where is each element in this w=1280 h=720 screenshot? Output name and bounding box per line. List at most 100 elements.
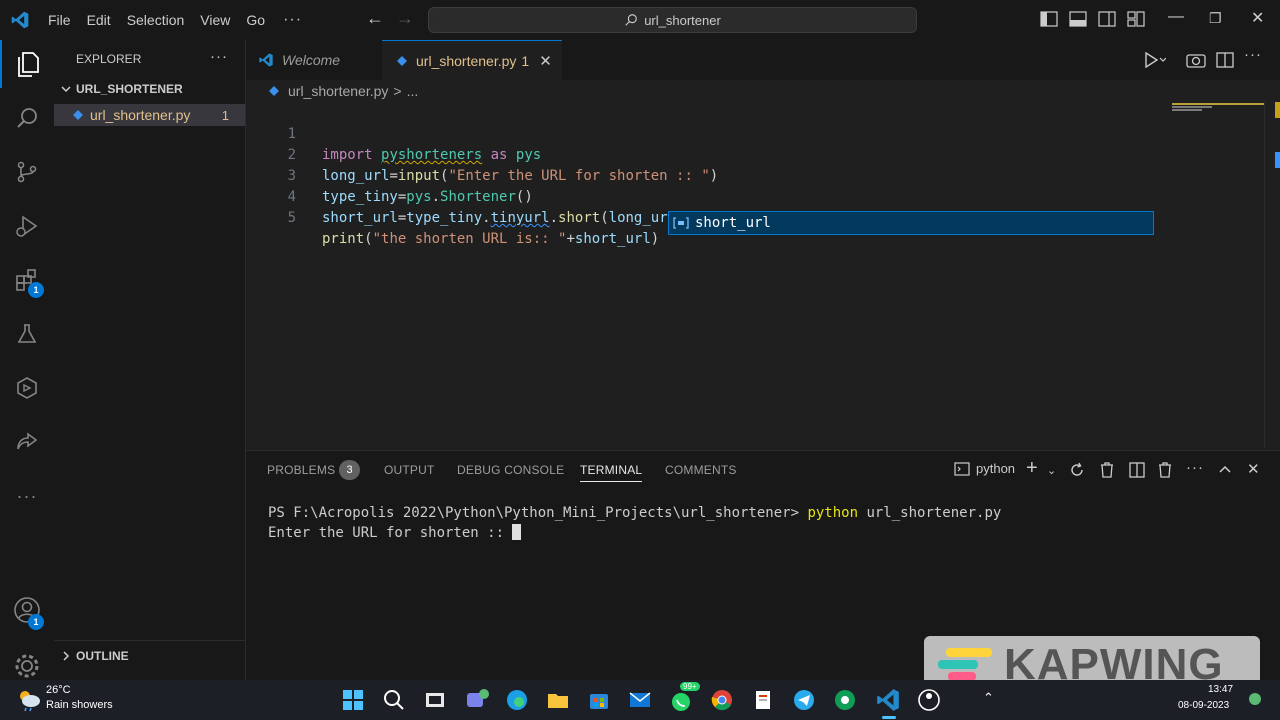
kill-terminal-icon[interactable]	[1158, 462, 1172, 478]
tab-active-label: url_shortener.py	[416, 52, 517, 69]
terminal-shell-selector[interactable]: python	[954, 461, 1015, 476]
tray-chevron-icon[interactable]: ⌃	[983, 690, 994, 706]
command-center-search[interactable]: url_shortener	[428, 7, 917, 33]
breadcrumb-symbols[interactable]: ...	[407, 83, 419, 99]
editor-more-button[interactable]: ···	[1244, 46, 1262, 63]
chevron-down-icon	[61, 86, 71, 93]
terminal-shell-name: python	[976, 461, 1016, 476]
file-url-shortener-py[interactable]: url_shortener.py 1	[54, 104, 245, 126]
mail-icon[interactable]	[627, 687, 653, 713]
obs-icon[interactable]	[916, 687, 942, 713]
explorer-more-button[interactable]: ···	[210, 48, 228, 65]
terminal-output: Enter the URL for shorten ::	[268, 525, 513, 541]
terminal-output-line[interactable]: Enter the URL for shorten ::	[268, 524, 522, 541]
accounts-activity[interactable]: 1	[0, 586, 54, 634]
remote-explorer-activity[interactable]	[0, 364, 54, 412]
tab-terminal[interactable]: TERMINAL	[580, 463, 643, 482]
edge-browser-icon[interactable]	[504, 687, 530, 713]
breadcrumb: url_shortener.py > ...	[246, 80, 1280, 102]
restore-icon[interactable]: ❐	[1209, 10, 1222, 27]
testing-activity[interactable]	[0, 310, 54, 358]
tab-welcome[interactable]: Welcome	[246, 40, 380, 80]
folder-url-shortener[interactable]: URL_SHORTENER	[60, 82, 183, 96]
code-line-1: 1 import pyshorteners as pys	[246, 103, 1166, 163]
clock-time[interactable]: 13:47	[1208, 684, 1233, 695]
forward-arrow-icon[interactable]: →	[396, 8, 414, 29]
windows-start-icon[interactable]	[340, 687, 366, 713]
code-line-2: 2 long_url=input("Enter the URL for shor…	[246, 124, 1166, 184]
panel-more-button[interactable]: ···	[1186, 459, 1204, 476]
menu-more-button[interactable]: ···	[273, 11, 312, 29]
chevron-down-icon[interactable]: ⌄	[1047, 464, 1056, 477]
menu-view[interactable]: View	[192, 0, 238, 40]
suggestion-label: short_url	[695, 215, 771, 231]
run-python-icon[interactable]	[1144, 52, 1166, 68]
notepad-icon[interactable]	[750, 687, 776, 713]
toggle-panel-icon[interactable]	[1069, 11, 1087, 27]
outline-section[interactable]: OUTLINE	[54, 640, 245, 670]
source-control-activity[interactable]	[0, 148, 54, 196]
code-editor[interactable]: 1 import pyshorteners as pys 2 long_url=…	[246, 102, 1280, 448]
kapwing-logo-icon	[938, 648, 992, 681]
task-view-icon[interactable]	[422, 687, 448, 713]
python-file-icon	[73, 110, 83, 120]
breadcrumb-file[interactable]: url_shortener.py	[288, 83, 388, 99]
tab-problems[interactable]: PROBLEMS	[267, 463, 335, 477]
more-activity-button[interactable]: ···	[0, 472, 54, 520]
customize-layout-icon[interactable]	[1127, 11, 1145, 27]
split-terminal-icon[interactable]	[1129, 462, 1145, 478]
minimize-icon[interactable]: —	[1168, 8, 1184, 26]
toggle-secondary-sidebar-icon[interactable]	[1098, 11, 1116, 27]
minimap[interactable]	[1172, 102, 1264, 114]
code-line-4: 4 short_url=type_tiny.tinyurl.short(long…	[246, 166, 1166, 226]
editor-scrollbar[interactable]	[1264, 102, 1280, 448]
camera-icon[interactable]	[1186, 52, 1206, 68]
new-terminal-icon[interactable]: +	[1026, 457, 1038, 480]
search-icon	[17, 108, 37, 128]
terminal-args: url_shortener.py	[858, 505, 1002, 521]
live-share-activity[interactable]	[0, 418, 54, 466]
run-debug-activity[interactable]	[0, 202, 54, 250]
extensions-activity[interactable]: 1	[0, 256, 54, 304]
menu-selection[interactable]: Selection	[119, 0, 193, 40]
autocomplete-suggestion[interactable]: short_url	[668, 211, 1154, 235]
terminal-command: python	[807, 505, 859, 521]
file-explorer-icon[interactable]	[545, 687, 571, 713]
taskbar-search-icon[interactable]	[381, 687, 407, 713]
refresh-icon[interactable]	[1069, 462, 1085, 478]
back-arrow-icon[interactable]: ←	[366, 8, 384, 29]
close-panel-icon[interactable]: ✕	[1247, 460, 1260, 478]
notification-icon[interactable]	[1248, 692, 1262, 706]
close-window-icon[interactable]: ✕	[1251, 8, 1264, 28]
microsoft-store-icon[interactable]	[586, 687, 612, 713]
teams-chat-icon[interactable]	[463, 687, 489, 713]
telegram-icon[interactable]	[791, 687, 817, 713]
tab-url-shortener-py[interactable]: url_shortener.py 1 ✕	[382, 40, 562, 80]
outline-title: OUTLINE	[76, 648, 129, 663]
trash-icon[interactable]	[1100, 462, 1114, 478]
explorer-activity[interactable]	[0, 40, 54, 88]
tab-comments[interactable]: COMMENTS	[665, 463, 737, 477]
chrome-icon[interactable]	[709, 687, 735, 713]
toggle-sidebar-icon[interactable]	[1040, 11, 1058, 27]
menu-go[interactable]: Go	[238, 0, 273, 40]
chrome-profile-icon[interactable]	[832, 687, 858, 713]
menu-edit[interactable]: Edit	[79, 0, 119, 40]
active-app-indicator	[882, 716, 896, 719]
weather-temperature: 26°C	[46, 684, 71, 696]
tab-problem-count: 1	[521, 52, 530, 69]
clock-date[interactable]: 08-09-2023	[1178, 700, 1229, 711]
accounts-badge: 1	[28, 614, 44, 630]
maximize-panel-icon[interactable]	[1218, 464, 1232, 474]
tab-debug-console[interactable]: DEBUG CONSOLE	[457, 463, 564, 477]
close-tab-icon[interactable]: ✕	[539, 52, 552, 70]
split-editor-icon[interactable]	[1216, 52, 1234, 68]
menu-file[interactable]: File	[40, 0, 79, 40]
manage-activity[interactable]	[0, 644, 54, 680]
files-icon	[18, 52, 39, 77]
gear-icon	[15, 654, 39, 678]
vscode-taskbar-icon[interactable]	[875, 687, 901, 713]
search-activity[interactable]	[0, 94, 54, 142]
tab-output[interactable]: OUTPUT	[384, 463, 435, 477]
terminal-icon	[954, 461, 970, 476]
